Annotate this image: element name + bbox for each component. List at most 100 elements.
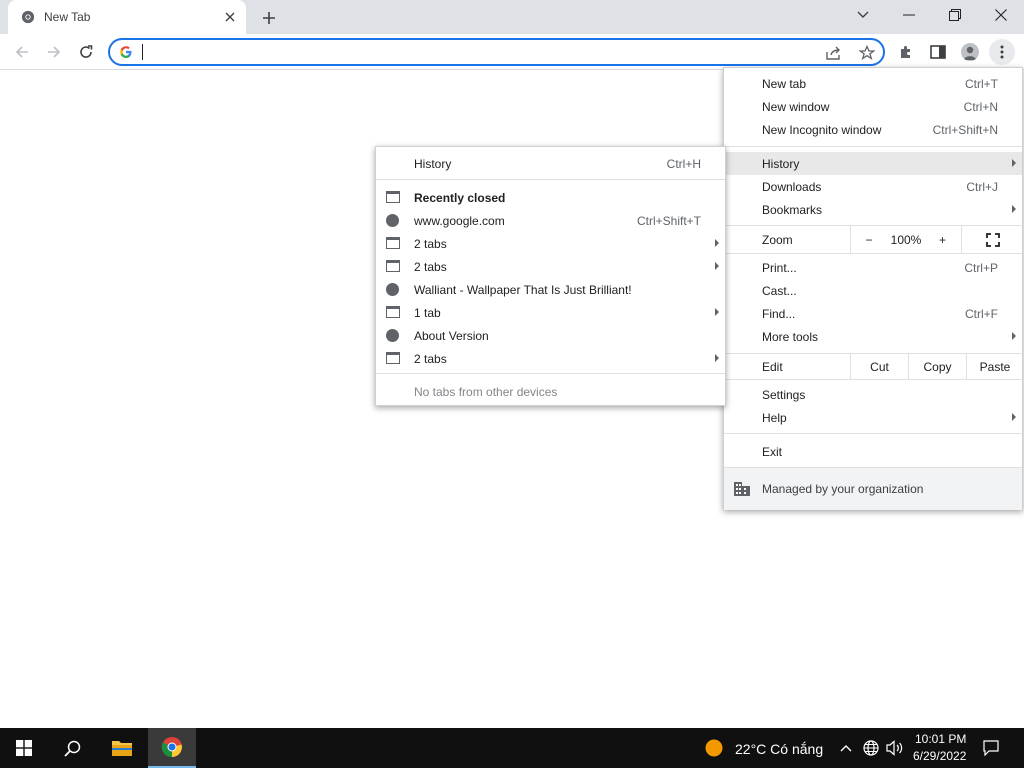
paste-button[interactable]: Paste xyxy=(966,354,1023,379)
menu-item-new-window[interactable]: New window Ctrl+N xyxy=(724,95,1022,118)
chrome-menu-button[interactable] xyxy=(989,39,1015,65)
extensions-icon[interactable] xyxy=(893,39,919,65)
managed-by-organization[interactable]: Managed by your organization xyxy=(724,468,1022,510)
search-icon xyxy=(63,740,80,757)
menu-item-print[interactable]: Print... Ctrl+P xyxy=(724,256,1022,279)
zoom-level: 100% xyxy=(890,232,922,247)
menu-divider xyxy=(376,179,725,180)
search-button[interactable] xyxy=(48,728,96,768)
tab-icon xyxy=(386,306,400,318)
submenu-arrow-icon xyxy=(1012,159,1016,167)
history-item-1-tab[interactable]: 1 tab xyxy=(376,301,725,324)
tab-new-tab[interactable]: New Tab xyxy=(8,0,246,34)
google-icon xyxy=(120,46,132,58)
tab-icon xyxy=(386,260,400,272)
menu-shortcut: Ctrl+Shift+N xyxy=(932,123,998,137)
tab-search-chevron-icon[interactable] xyxy=(840,0,886,30)
menu-label: New Incognito window xyxy=(762,123,882,137)
network-button[interactable] xyxy=(860,728,882,768)
copy-button[interactable]: Copy xyxy=(908,354,966,379)
menu-row-edit: Edit Cut Copy Paste xyxy=(724,354,1022,379)
menu-label: 2 tabs xyxy=(414,352,447,366)
menu-item-new-incognito-window[interactable]: New Incognito window Ctrl+Shift+N xyxy=(724,118,1022,141)
bookmark-star-icon[interactable] xyxy=(857,43,877,63)
menu-label: Edit xyxy=(762,360,783,374)
history-item-2-tabs[interactable]: 2 tabs xyxy=(376,255,725,278)
avatar xyxy=(961,43,979,61)
file-explorer-button[interactable] xyxy=(98,728,146,768)
menu-label: Recently closed xyxy=(414,191,506,205)
menu-label: www.google.com xyxy=(414,214,505,228)
history-item-walliant[interactable]: Walliant - Wallpaper That Is Just Brilli… xyxy=(376,278,725,301)
menu-item-find[interactable]: Find... Ctrl+F xyxy=(724,302,1022,325)
volume-button[interactable] xyxy=(884,728,906,768)
menu-label: 1 tab xyxy=(414,306,441,320)
minimize-icon[interactable] xyxy=(886,0,932,30)
menu-item-settings[interactable]: Settings xyxy=(724,383,1022,406)
speaker-icon xyxy=(886,740,903,756)
omnibox-input[interactable] xyxy=(146,42,806,62)
fullscreen-button[interactable] xyxy=(961,226,1023,253)
submenu-arrow-icon xyxy=(715,354,719,362)
globe-icon xyxy=(386,214,399,227)
menu-label: 2 tabs xyxy=(414,237,447,251)
menu-item-downloads[interactable]: Downloads Ctrl+J xyxy=(724,175,1022,198)
clock-date[interactable]: 6/29/2022 xyxy=(913,749,966,763)
chrome-taskbar-button[interactable] xyxy=(148,728,196,768)
menu-label: History xyxy=(762,157,800,171)
zoom-out-button[interactable]: − xyxy=(850,226,887,253)
address-bar[interactable] xyxy=(108,38,885,66)
start-button[interactable] xyxy=(0,728,48,768)
back-button[interactable] xyxy=(9,39,35,65)
menu-label: Zoom xyxy=(762,233,793,247)
history-item-2-tabs[interactable]: 2 tabs xyxy=(376,232,725,255)
chevron-up-icon xyxy=(840,745,852,752)
restore-icon[interactable] xyxy=(932,0,978,30)
zoom-in-button[interactable]: + xyxy=(925,226,960,253)
close-window-icon[interactable] xyxy=(978,0,1024,30)
new-tab-button[interactable] xyxy=(258,7,280,29)
menu-item-cast[interactable]: Cast... xyxy=(724,279,1022,302)
text-caret xyxy=(142,44,143,60)
sun-icon xyxy=(705,739,723,757)
menu-label: History xyxy=(414,157,452,171)
menu-item-exit[interactable]: Exit xyxy=(724,440,1022,463)
menu-item-new-tab[interactable]: New tab Ctrl+T xyxy=(724,72,1022,95)
menu-item-history[interactable]: History xyxy=(724,152,1022,175)
menu-label: Print... xyxy=(762,261,797,275)
menu-shortcut: Ctrl+P xyxy=(964,261,998,275)
menu-item-help[interactable]: Help xyxy=(724,406,1022,429)
menu-label: Bookmarks xyxy=(762,203,823,217)
submenu-arrow-icon xyxy=(1012,332,1016,340)
history-item-history[interactable]: History Ctrl+H xyxy=(376,152,725,175)
tab-icon xyxy=(386,352,400,364)
building-icon xyxy=(734,482,750,496)
history-item-google[interactable]: www.google.com Ctrl+Shift+T xyxy=(376,209,725,232)
weather-text[interactable]: 22°C Có nắng xyxy=(735,741,823,757)
share-icon[interactable] xyxy=(824,43,844,63)
clock-time[interactable]: 10:01 PM xyxy=(915,732,966,746)
side-panel-icon[interactable] xyxy=(925,39,951,65)
menu-row-zoom: Zoom − 100% + xyxy=(724,226,1022,253)
profile-button[interactable] xyxy=(957,39,983,65)
tab-strip: New Tab xyxy=(0,0,1024,34)
history-submenu: History Ctrl+H Recently closed www.googl… xyxy=(375,146,726,406)
history-item-about-version[interactable]: About Version xyxy=(376,324,725,347)
show-hidden-icons-button[interactable] xyxy=(836,728,856,768)
submenu-arrow-icon xyxy=(1012,205,1016,213)
menu-label: Cast... xyxy=(762,284,797,298)
menu-shortcut: Ctrl+N xyxy=(963,100,998,114)
history-footer: No tabs from other devices xyxy=(376,380,725,403)
menu-label: More tools xyxy=(762,330,819,344)
menu-label: New window xyxy=(762,100,830,114)
notifications-button[interactable] xyxy=(978,728,1004,768)
menu-item-more-tools[interactable]: More tools xyxy=(724,325,1022,348)
close-tab-icon[interactable] xyxy=(222,9,238,25)
forward-button[interactable] xyxy=(41,39,67,65)
history-item-2-tabs[interactable]: 2 tabs xyxy=(376,347,725,370)
reload-button[interactable] xyxy=(73,39,99,65)
menu-label: Help xyxy=(762,411,787,425)
cut-button[interactable]: Cut xyxy=(850,354,908,379)
menu-item-bookmarks[interactable]: Bookmarks xyxy=(724,198,1022,221)
menu-label: Exit xyxy=(762,445,783,459)
